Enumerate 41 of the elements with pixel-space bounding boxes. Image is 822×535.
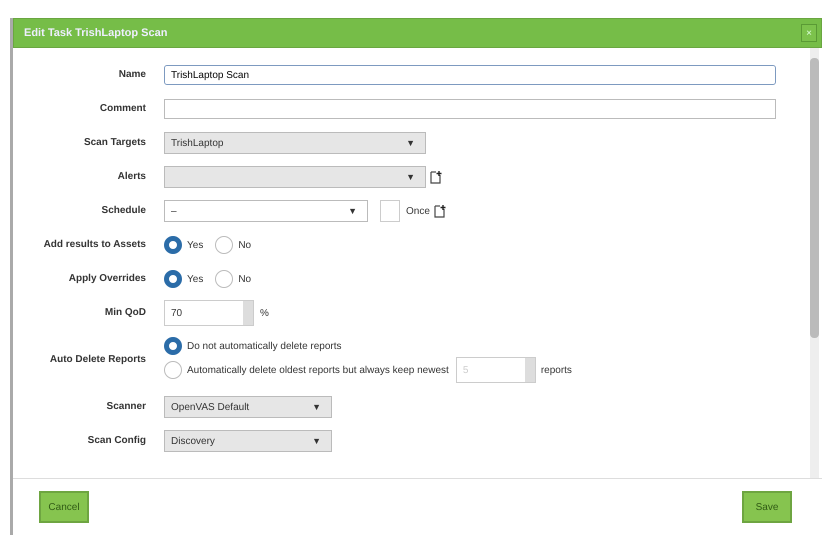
radio-label: No — [238, 240, 252, 250]
dropdown[interactable]: OpenVAS Default ▼ — [164, 396, 332, 418]
radio-button[interactable] — [164, 236, 182, 254]
field-label: Apply Overrides — [68, 273, 147, 285]
text-field[interactable] — [164, 99, 776, 119]
dropdown[interactable]: ▼ — [164, 166, 426, 188]
dropdown[interactable]: – ▼ — [164, 200, 368, 222]
radio-button[interactable] — [215, 236, 234, 254]
radio-button[interactable] — [164, 337, 182, 355]
window-title: Edit Task TrishLaptop Scan — [24, 27, 168, 39]
radio-label: Yes — [187, 274, 204, 284]
field-label: Schedule — [100, 205, 147, 217]
radio-label: No — [238, 274, 252, 284]
radio-button[interactable] — [215, 270, 234, 288]
field-label: Name — [118, 69, 147, 81]
radio-label: Do not automatically delete reports — [187, 340, 342, 352]
field-label: Scan Targets — [82, 137, 147, 149]
field-label: Scanner — [106, 401, 147, 413]
field-label: Comment — [98, 103, 147, 115]
new-document-icon[interactable] — [430, 170, 442, 184]
new-document-icon[interactable] — [434, 204, 446, 218]
field-label: Min QoD — [104, 307, 147, 319]
number-field[interactable]: 70 — [164, 300, 254, 326]
radio-label: Yes — [187, 240, 204, 250]
checkbox[interactable] — [380, 200, 400, 222]
unit-label: % — [260, 308, 269, 318]
radio-button[interactable] — [164, 270, 182, 288]
field-label: Scan Config — [86, 435, 147, 447]
field-label: Add results to Assets — [42, 239, 147, 251]
dropdown[interactable]: TrishLaptop ▼ — [164, 132, 426, 154]
scrollbar[interactable] — [810, 48, 819, 478]
save-button[interactable]: Save — [742, 491, 792, 523]
field-label: Alerts — [116, 171, 147, 183]
cancel-button[interactable]: Cancel — [39, 491, 89, 523]
unit-label: reports — [540, 364, 572, 376]
once-label: Once — [406, 206, 430, 216]
text-field[interactable]: TrishLaptop Scan — [164, 65, 776, 85]
radio-label: Automatically delete oldest reports but always keep newest — [187, 364, 449, 376]
field-label: Auto Delete Reports — [48, 354, 147, 366]
dropdown[interactable]: Discovery ▼ — [164, 430, 332, 452]
radio-button[interactable] — [164, 361, 182, 379]
